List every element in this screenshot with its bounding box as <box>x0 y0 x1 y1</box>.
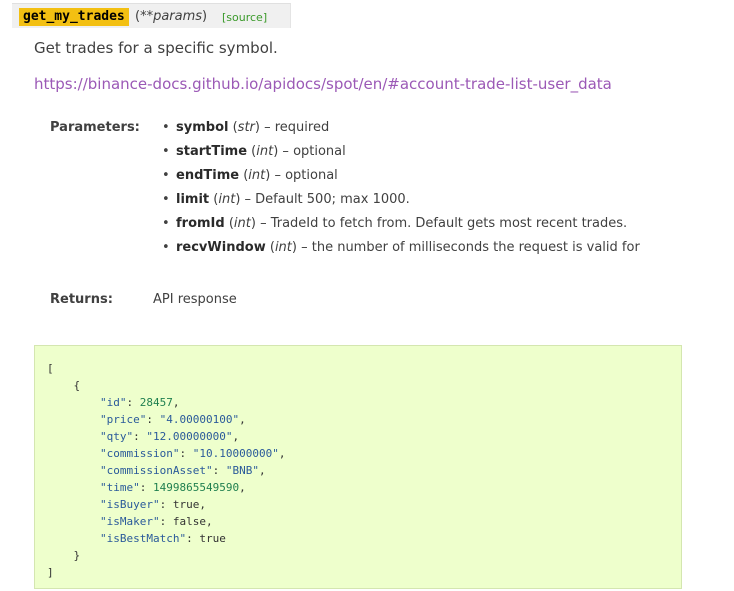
code-line: ] <box>47 566 54 579</box>
code-line: [ <box>47 362 54 375</box>
code-line: "price": "4.00000100", <box>99 413 246 426</box>
param-item: • fromId (int) – TradeId to fetch from. D… <box>162 216 628 231</box>
function-signature: get_my_trades (**params) [source] <box>12 3 291 28</box>
binance-docs-link[interactable]: https://binance-docs.github.io/apidocs/s… <box>34 74 612 94</box>
code-example: [ { "id": 28457, "price": "4.00000100", … <box>47 360 285 581</box>
code-line: "isMaker": false, <box>99 515 213 528</box>
code-line: "isBestMatch": true <box>99 532 226 545</box>
code-line: "commissionAsset": "BNB", <box>99 464 266 477</box>
param-item: • limit (int) – Default 500; max 1000. <box>162 192 410 207</box>
parameters-list: • symbol (str) – required • startTime (int… <box>162 119 640 263</box>
code-line: { <box>47 379 81 392</box>
returns-label: Returns: <box>50 292 113 307</box>
function-params: (**params) <box>135 9 208 24</box>
code-line: } <box>47 549 81 562</box>
code-line: "qty": "12.00000000", <box>99 430 240 443</box>
code-line: "commission": "10.10000000", <box>99 447 286 460</box>
code-line: "isBuyer": true, <box>99 498 206 511</box>
function-name: get_my_trades <box>19 8 129 26</box>
parameters-label: Parameters: <box>50 120 140 135</box>
param-item: • endTime (int) – optional <box>162 168 338 183</box>
function-description: Get trades for a specific symbol. <box>34 39 278 57</box>
param-item: • startTime (int) – optional <box>162 144 346 159</box>
code-line: "time": 1499865549590, <box>99 481 246 494</box>
source-link[interactable]: [source] <box>222 10 267 26</box>
returns-value: API response <box>153 292 237 307</box>
code-example-block: [ { "id": 28457, "price": "4.00000100", … <box>34 345 682 589</box>
param-item: • recvWindow (int) – the number of millis… <box>162 240 640 255</box>
code-line: "id": 28457, <box>99 396 180 409</box>
param-item: • symbol (str) – required <box>162 120 330 135</box>
